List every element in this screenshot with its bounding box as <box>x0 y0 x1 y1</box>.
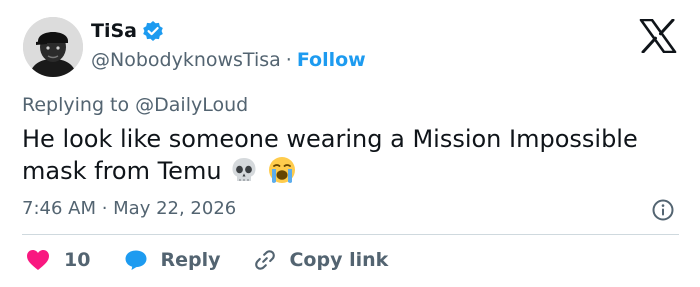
reply-button[interactable]: Reply <box>124 249 220 271</box>
verified-badge-icon <box>143 21 163 41</box>
divider <box>22 234 679 235</box>
replying-to: Replying to @DailyLoud <box>22 93 248 117</box>
user-name[interactable]: TiSa <box>91 19 137 43</box>
user-name-row: TiSa <box>91 19 164 43</box>
tweet-body: He look like someone wearing a Mission I… <box>22 125 638 185</box>
avatar[interactable] <box>23 17 83 77</box>
separator-dot: · <box>285 49 292 71</box>
handle-row: @NobodyknowsTisa · Follow <box>91 48 366 72</box>
skull-emoji <box>232 158 256 181</box>
like-count: 10 <box>64 249 91 271</box>
user-handle[interactable]: @NobodyknowsTisa <box>91 48 281 72</box>
reply-label: Reply <box>160 249 221 271</box>
replying-to-prefix: Replying to <box>22 94 136 116</box>
reply-bubble-icon <box>125 250 147 270</box>
tweet-text: He look like someone wearing a Mission I… <box>22 124 692 187</box>
follow-button[interactable]: Follow <box>297 48 366 72</box>
like-button[interactable]: 10 <box>26 249 90 271</box>
loudly-crying-face-emoji <box>268 157 295 183</box>
info-icon[interactable] <box>651 198 675 222</box>
replying-to-handle[interactable]: @DailyLoud <box>135 94 248 116</box>
link-icon <box>255 250 276 270</box>
timestamp[interactable]: 7:46 AM · May 22, 2026 <box>22 197 236 221</box>
copy-link-button[interactable]: Copy link <box>253 248 388 272</box>
copy-link-label: Copy link <box>289 249 389 271</box>
heart-icon <box>27 250 49 270</box>
x-logo-icon[interactable] <box>639 19 677 53</box>
action-bar: 10 Reply Copy link <box>26 246 388 274</box>
